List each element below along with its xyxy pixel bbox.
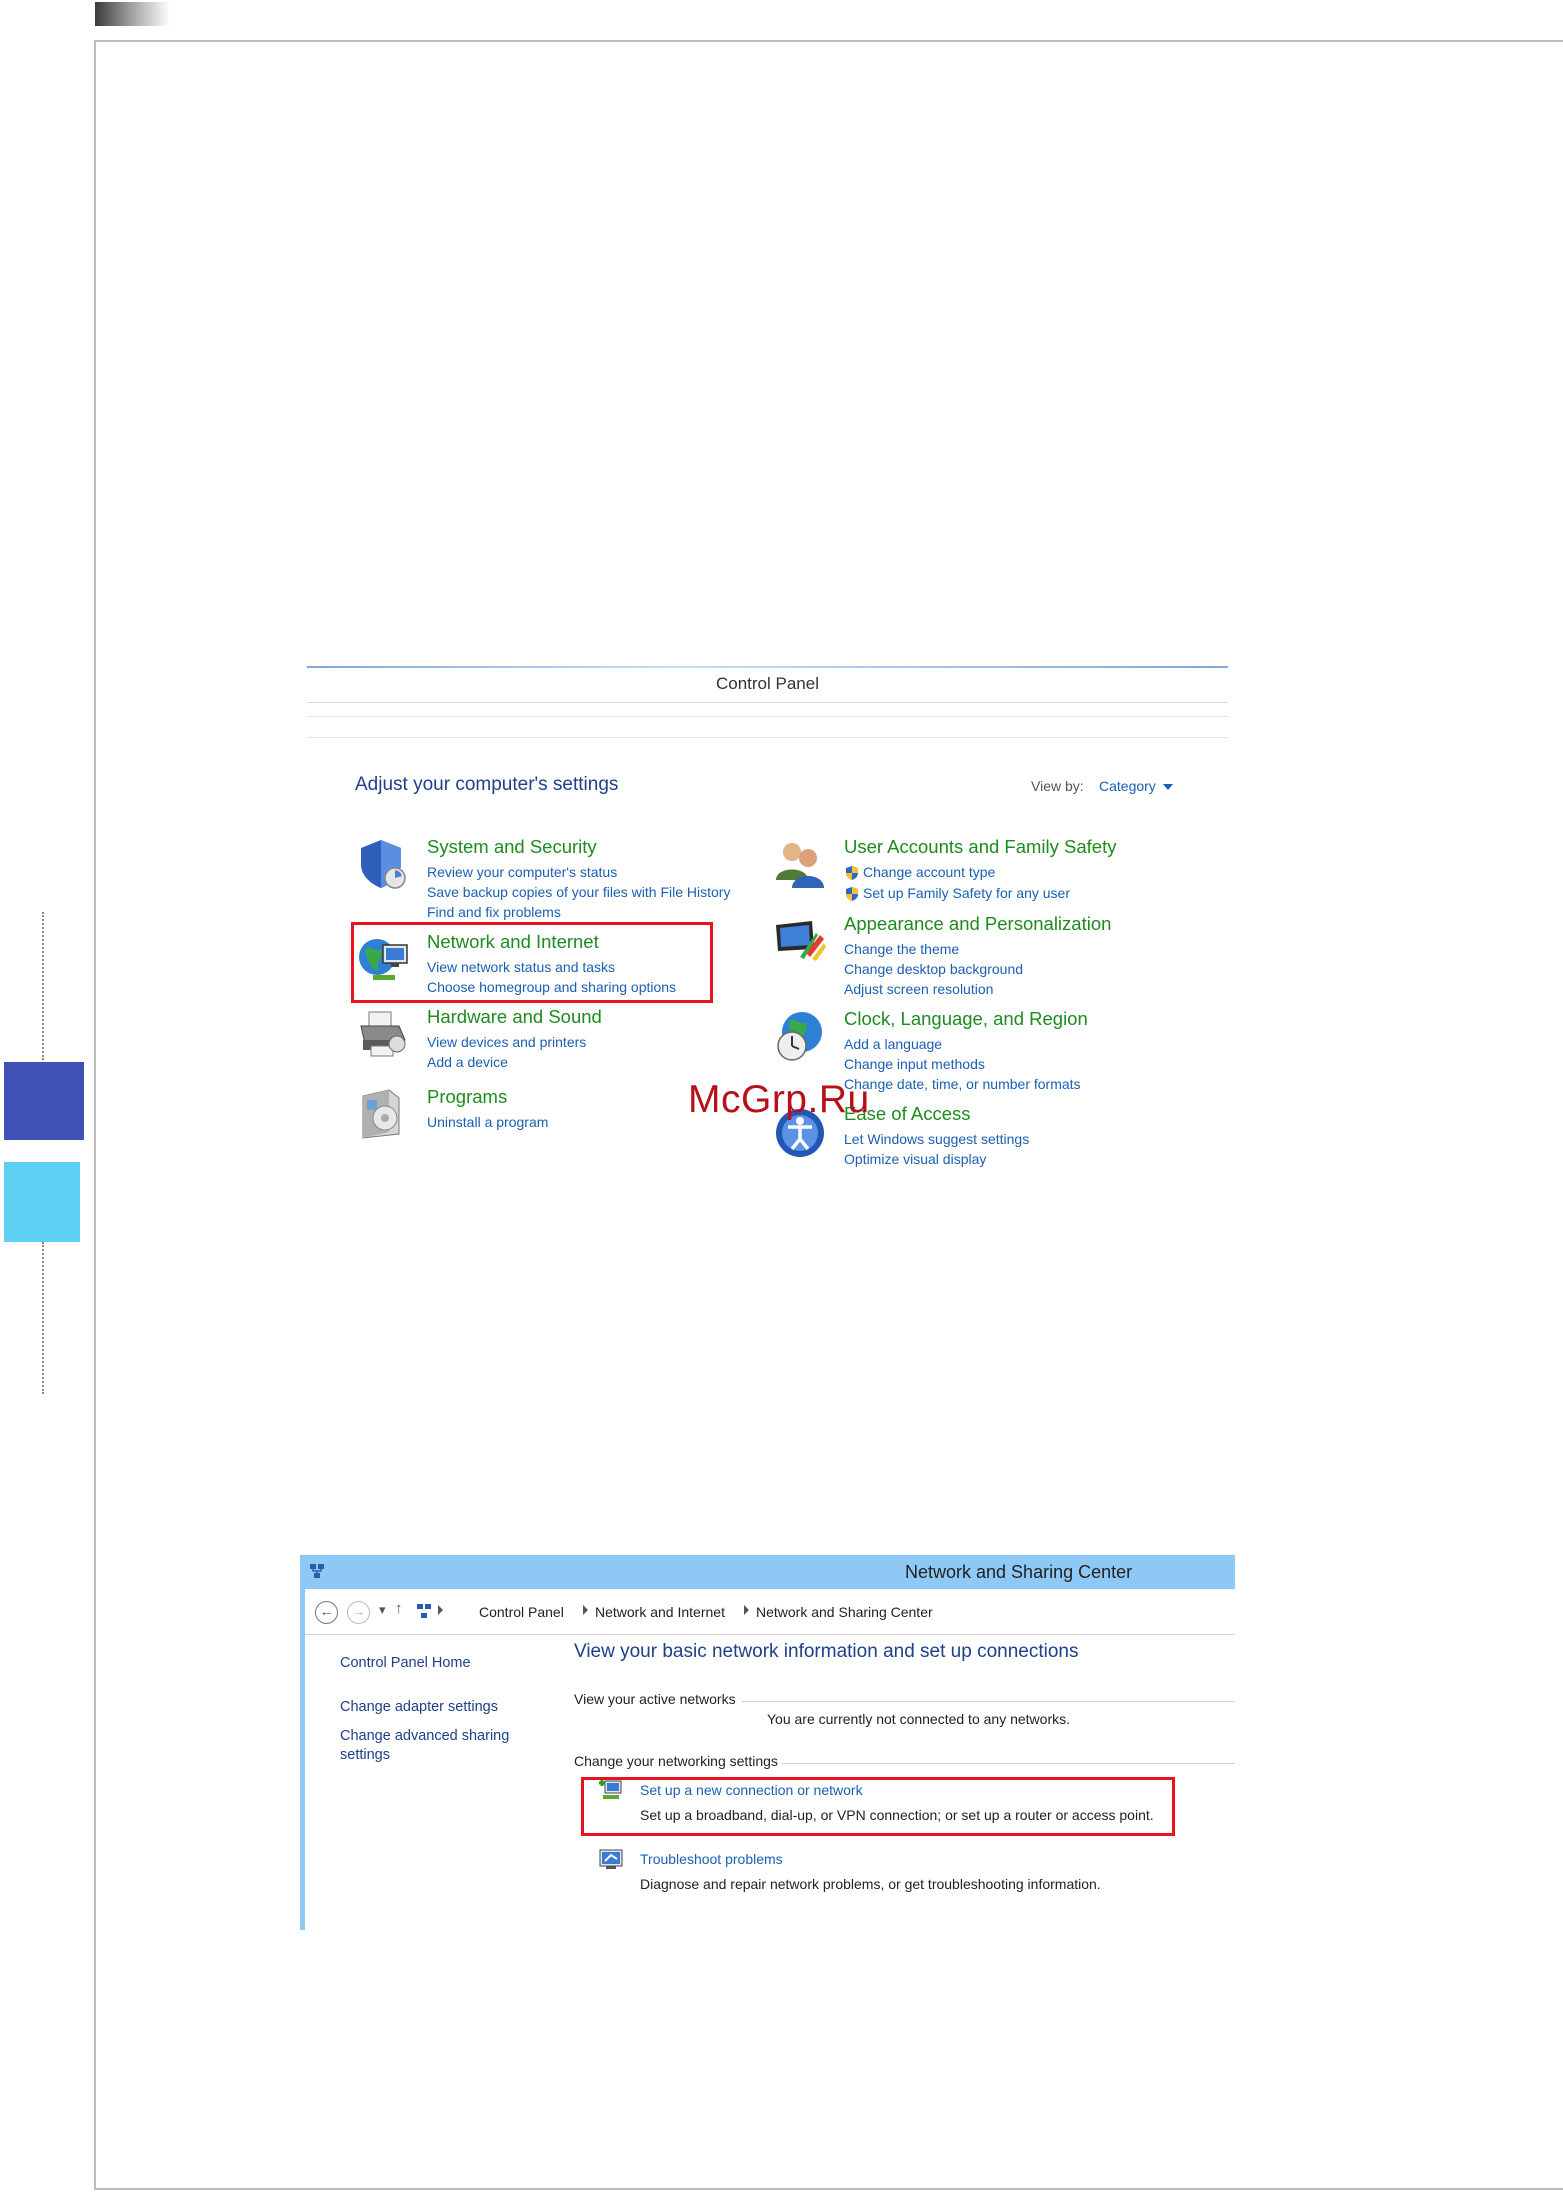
uac-shield-icon	[846, 887, 858, 901]
active-networks-label: View your active networks	[574, 1691, 736, 1707]
category-title[interactable]: Clock, Language, and Region	[844, 1008, 1088, 1030]
chevron-down-icon[interactable]	[1163, 784, 1173, 790]
category-link[interactable]: Change input methods	[844, 1056, 985, 1072]
control-panel-icon	[417, 1604, 431, 1618]
troubleshoot-link[interactable]: Troubleshoot problems	[640, 1851, 783, 1867]
category-title[interactable]: Programs	[427, 1086, 507, 1108]
category-link[interactable]: Save backup copies of your files with Fi…	[427, 884, 730, 900]
forward-arrow-icon[interactable]: →	[347, 1601, 370, 1624]
network-sharing-center-window: Network and Sharing Center ← → ▾ ↑ Contr…	[300, 1555, 1235, 1930]
highlight-network-internet	[351, 922, 713, 1003]
uac-shield-icon	[846, 866, 858, 880]
category-title[interactable]: Hardware and Sound	[427, 1006, 602, 1028]
not-connected-message: You are currently not connected to any n…	[767, 1711, 1070, 1727]
highlight-setup-connection	[581, 1777, 1175, 1836]
category-link[interactable]: Change desktop background	[844, 961, 1023, 977]
category-link[interactable]: Change the theme	[844, 941, 959, 957]
category-link[interactable]: Add a device	[427, 1054, 508, 1070]
section-divider	[742, 1701, 1235, 1702]
window-title: Network and Sharing Center	[905, 1562, 1133, 1582]
page-heading: View your basic network information and …	[574, 1641, 1079, 1662]
corner-gradient-mark	[95, 2, 170, 26]
category-link[interactable]: Uninstall a program	[427, 1114, 548, 1130]
clock-globe-icon[interactable]	[772, 1008, 828, 1064]
breadcrumb-separator-icon[interactable]	[438, 1605, 443, 1615]
watermark: McGrp.Ru	[688, 1078, 870, 1121]
monitor-paint-icon[interactable]	[772, 913, 828, 969]
divider	[307, 737, 1228, 738]
side-tab-dark	[4, 1062, 84, 1140]
side-tab-light	[4, 1162, 80, 1242]
window-top-edge	[307, 666, 1228, 668]
breadcrumb-network-internet[interactable]: Network and Internet	[595, 1604, 725, 1620]
divider	[307, 716, 1228, 717]
category-link[interactable]: View devices and printers	[427, 1034, 586, 1050]
category-title[interactable]: System and Security	[427, 836, 597, 858]
recent-pages-chevron-icon[interactable]: ▾	[379, 1602, 386, 1618]
change-adapter-settings-link[interactable]: Change adapter settings	[340, 1699, 498, 1715]
breadcrumb-separator-icon[interactable]	[583, 1605, 588, 1615]
page-heading: Adjust your computer's settings	[355, 774, 619, 795]
side-dotted-rule-bottom	[42, 1242, 44, 1394]
divider	[307, 702, 1228, 703]
address-bar: ← → ▾ ↑ Control Panel Network and Intern…	[305, 1589, 1235, 1635]
breadcrumb-separator-icon[interactable]	[744, 1605, 749, 1615]
category-link[interactable]: Optimize visual display	[844, 1151, 986, 1167]
change-settings-label: Change your networking settings	[574, 1753, 778, 1769]
view-by-label: View by:	[1031, 778, 1084, 794]
window-border	[300, 1589, 305, 1930]
programs-box-icon[interactable]	[355, 1086, 411, 1142]
category-link[interactable]: Adjust screen resolution	[844, 981, 993, 997]
side-dotted-rule-top	[42, 912, 44, 1060]
view-by-dropdown[interactable]: Category	[1099, 778, 1156, 794]
category-link[interactable]: Change date, time, or number formats	[844, 1076, 1081, 1092]
breadcrumb-network-sharing-center[interactable]: Network and Sharing Center	[756, 1604, 933, 1620]
users-icon[interactable]	[772, 836, 828, 892]
window-title: Control Panel	[715, 674, 819, 693]
category-link[interactable]: Let Windows suggest settings	[844, 1131, 1029, 1147]
troubleshoot-icon[interactable]	[597, 1847, 625, 1871]
troubleshoot-description: Diagnose and repair network problems, or…	[640, 1876, 1101, 1892]
category-link[interactable]: Change account type	[844, 864, 995, 880]
title-bar[interactable]: Network and Sharing Center	[300, 1555, 1235, 1589]
control-panel-home-link[interactable]: Control Panel Home	[340, 1655, 471, 1671]
network-app-icon	[310, 1564, 324, 1578]
up-arrow-icon[interactable]: ↑	[395, 1600, 403, 1617]
change-advanced-sharing-link[interactable]: Change advanced sharing settings	[340, 1727, 520, 1765]
category-title[interactable]: Appearance and Personalization	[844, 913, 1111, 935]
back-arrow-icon[interactable]: ←	[315, 1601, 338, 1624]
shield-security-icon[interactable]	[355, 836, 411, 892]
category-link[interactable]: Add a language	[844, 1036, 942, 1052]
breadcrumb-control-panel[interactable]: Control Panel	[479, 1604, 564, 1620]
link-text: Set up Family Safety for any user	[863, 885, 1070, 901]
printer-icon[interactable]	[355, 1006, 411, 1062]
category-link[interactable]: Find and fix problems	[427, 904, 561, 920]
category-title[interactable]: User Accounts and Family Safety	[844, 836, 1116, 858]
section-divider	[782, 1763, 1235, 1764]
category-link[interactable]: Review your computer's status	[427, 864, 617, 880]
link-text: Change account type	[863, 864, 996, 880]
category-link[interactable]: Set up Family Safety for any user	[844, 885, 1070, 901]
